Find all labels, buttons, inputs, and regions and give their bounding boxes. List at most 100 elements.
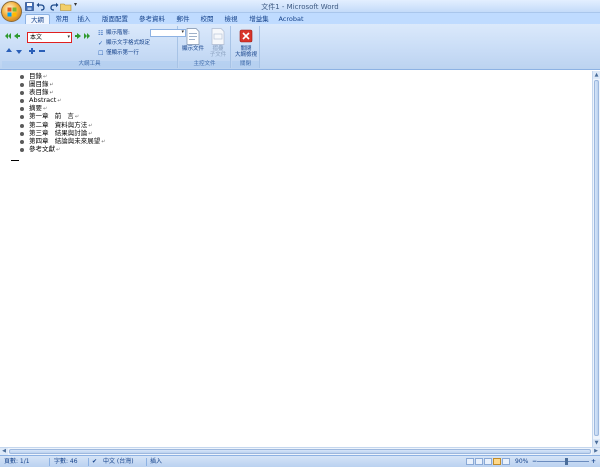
show-first-line-only-label: 僅顯示第一行 xyxy=(106,50,140,56)
outline-bullet-icon[interactable] xyxy=(20,115,24,120)
scroll-up-icon[interactable]: ▲ xyxy=(593,71,600,79)
tab-outline[interactable]: 大綱 xyxy=(25,14,50,24)
outline-bullet-icon[interactable] xyxy=(20,139,24,144)
outline-level-dropdown[interactable]: 本文 ▾ xyxy=(27,32,72,43)
draft-view-icon[interactable] xyxy=(502,458,510,465)
horizontal-scroll-thumb[interactable] xyxy=(9,449,591,454)
paragraph-mark-icon: ↵ xyxy=(56,146,61,153)
outline-bullet-icon[interactable] xyxy=(20,123,24,128)
outline-item-text: 第一章 前 言 xyxy=(29,112,74,121)
horizontal-scrollbar[interactable]: ◀ ▶ xyxy=(0,447,600,455)
zoom-slider-track[interactable] xyxy=(537,461,589,462)
outline-bullet-icon[interactable] xyxy=(20,107,24,112)
show-document-label: 顯示文件 xyxy=(181,46,204,52)
outline-bullet-icon[interactable] xyxy=(20,91,24,96)
tab-view[interactable]: 檢視 xyxy=(221,14,241,24)
close-group: 關閉 大綱檢視 關閉 xyxy=(232,26,260,68)
vertical-scroll-thumb[interactable] xyxy=(594,80,599,436)
show-document-icon xyxy=(186,28,200,45)
status-divider xyxy=(88,458,89,466)
language-indicator[interactable]: 中文 (台灣) xyxy=(103,456,134,467)
close-group-label: 關閉 xyxy=(232,61,259,68)
word-count[interactable]: 字數: 46 xyxy=(54,456,78,467)
outline-item[interactable]: 參考文獻↵ xyxy=(20,145,105,153)
outline-item[interactable]: 表目錄↵ xyxy=(20,88,105,96)
outline-item-text: 第四章 結論與未來展望 xyxy=(29,136,101,145)
outline-item[interactable]: 圖目錄↵ xyxy=(20,80,105,88)
outline-bullet-icon[interactable] xyxy=(20,83,24,88)
tab-add-ins[interactable]: 增益集 xyxy=(246,14,272,24)
show-level-icon: ☷ xyxy=(98,30,104,37)
promote-icon[interactable] xyxy=(13,32,21,40)
ribbon: 本文 ▾ ☷ 顯示階層: ▾ ✓ 顯示文字格式設定 ☐ 僅顯示第一行 大綱工具 … xyxy=(0,24,600,70)
outline-item-text: 第三章 結果與討論 xyxy=(29,128,88,137)
full-screen-reading-view-icon[interactable] xyxy=(475,458,483,465)
paragraph-mark-icon: ↵ xyxy=(49,82,54,89)
office-button[interactable] xyxy=(1,1,22,22)
promote-to-heading-icon[interactable] xyxy=(4,32,12,40)
outline-item-text: 參考文獻 xyxy=(29,144,55,153)
expand-icon[interactable] xyxy=(28,47,36,55)
scroll-down-icon[interactable]: ▼ xyxy=(593,439,600,447)
move-down-icon[interactable] xyxy=(15,47,23,55)
document-area[interactable]: 目錄↵ 圖目錄↵ 表目錄↵ Abstract↵ 摘要↵ 第一章 前 言↵ 第二章… xyxy=(0,71,592,447)
zoom-level[interactable]: 90% xyxy=(515,456,528,467)
show-text-format-option[interactable]: ✓ 顯示文字格式設定 xyxy=(98,39,150,47)
outline-tools-group: 本文 ▾ ☷ 顯示階層: ▾ ✓ 顯示文字格式設定 ☐ 僅顯示第一行 大綱工具 xyxy=(2,26,186,68)
outline-item[interactable]: 第四章 結論與未來展望↵ xyxy=(20,137,105,145)
outline-item[interactable]: 目錄↵ xyxy=(20,72,105,80)
demote-to-body-icon[interactable] xyxy=(83,32,91,40)
paragraph-mark-icon: ↵ xyxy=(74,114,80,121)
collapse-subdocuments-button[interactable]: 摺疊 子文件 xyxy=(204,28,232,58)
insert-mode-indicator[interactable]: 插入 xyxy=(150,456,162,467)
print-layout-view-icon[interactable] xyxy=(466,458,474,465)
tab-page-layout[interactable]: 版面配置 xyxy=(99,14,131,24)
text-cursor xyxy=(11,160,19,161)
show-document-button[interactable]: 顯示文件 xyxy=(179,28,207,52)
tab-insert[interactable]: 插入 xyxy=(74,14,94,24)
paragraph-mark-icon: ↵ xyxy=(49,90,54,97)
outline-list: 目錄↵ 圖目錄↵ 表目錄↵ Abstract↵ 摘要↵ 第一章 前 言↵ 第二章… xyxy=(20,72,105,153)
tab-home[interactable]: 常用 xyxy=(52,14,72,24)
tab-acrobat[interactable]: Acrobat xyxy=(277,14,305,24)
outline-item-text: 圖目錄 xyxy=(29,80,49,89)
outline-item-text: 第二章 資料與方法 xyxy=(29,120,88,129)
demote-icon[interactable] xyxy=(74,32,82,40)
web-layout-view-icon[interactable] xyxy=(484,458,492,465)
collapse-subdocuments-icon xyxy=(211,28,225,45)
office-logo-icon xyxy=(7,7,17,17)
outline-item-text: 表目錄 xyxy=(29,88,49,97)
zoom-slider-handle[interactable] xyxy=(565,458,568,465)
collapse-icon[interactable] xyxy=(38,47,46,55)
tab-references[interactable]: 參考資料 xyxy=(136,14,168,24)
outline-bullet-icon[interactable] xyxy=(20,75,24,79)
show-text-format-checkbox[interactable]: ✓ xyxy=(98,41,104,47)
zoom-in-icon[interactable]: + xyxy=(591,456,596,467)
paragraph-mark-icon: ↵ xyxy=(88,130,93,137)
collapse-subdocuments-label-2: 子文件 xyxy=(209,52,227,58)
vertical-scrollbar[interactable]: ▲ ▼ xyxy=(592,71,600,447)
page-count[interactable]: 頁數: 1/1 xyxy=(4,456,30,467)
proofing-icon[interactable]: ✔ xyxy=(92,456,97,467)
outline-item[interactable]: 第二章 資料與方法↵ xyxy=(20,121,105,129)
outline-bullet-icon[interactable] xyxy=(20,99,24,104)
paragraph-mark-icon: ↵ xyxy=(57,98,62,105)
paragraph-mark-icon: ↵ xyxy=(88,122,93,129)
show-first-line-only-option[interactable]: ☐ 僅顯示第一行 xyxy=(98,49,139,57)
close-outline-view-button[interactable]: 關閉 大綱檢視 xyxy=(232,28,260,58)
outline-view-icon[interactable] xyxy=(493,458,501,465)
outline-bullet-icon[interactable] xyxy=(20,147,24,152)
move-up-icon[interactable] xyxy=(5,47,13,55)
scroll-left-icon[interactable]: ◀ xyxy=(0,448,8,455)
outline-bullet-icon[interactable] xyxy=(20,131,24,136)
tab-review[interactable]: 校閱 xyxy=(197,14,217,24)
status-divider xyxy=(49,458,50,466)
show-text-format-label: 顯示文字格式設定 xyxy=(106,40,151,46)
scroll-right-icon[interactable]: ▶ xyxy=(592,448,600,455)
tab-mailings[interactable]: 郵件 xyxy=(173,14,193,24)
show-first-line-only-checkbox[interactable]: ☐ xyxy=(98,51,104,57)
master-document-group-label: 主控文件 xyxy=(179,61,230,68)
ribbon-tabs: 大綱 常用 插入 版面配置 參考資料 郵件 校閱 檢視 增益集 Acrobat xyxy=(0,13,600,24)
outline-item[interactable]: 第一章 前 言↵ xyxy=(20,112,105,120)
outline-item[interactable]: 第三章 結果與討論↵ xyxy=(20,129,105,137)
